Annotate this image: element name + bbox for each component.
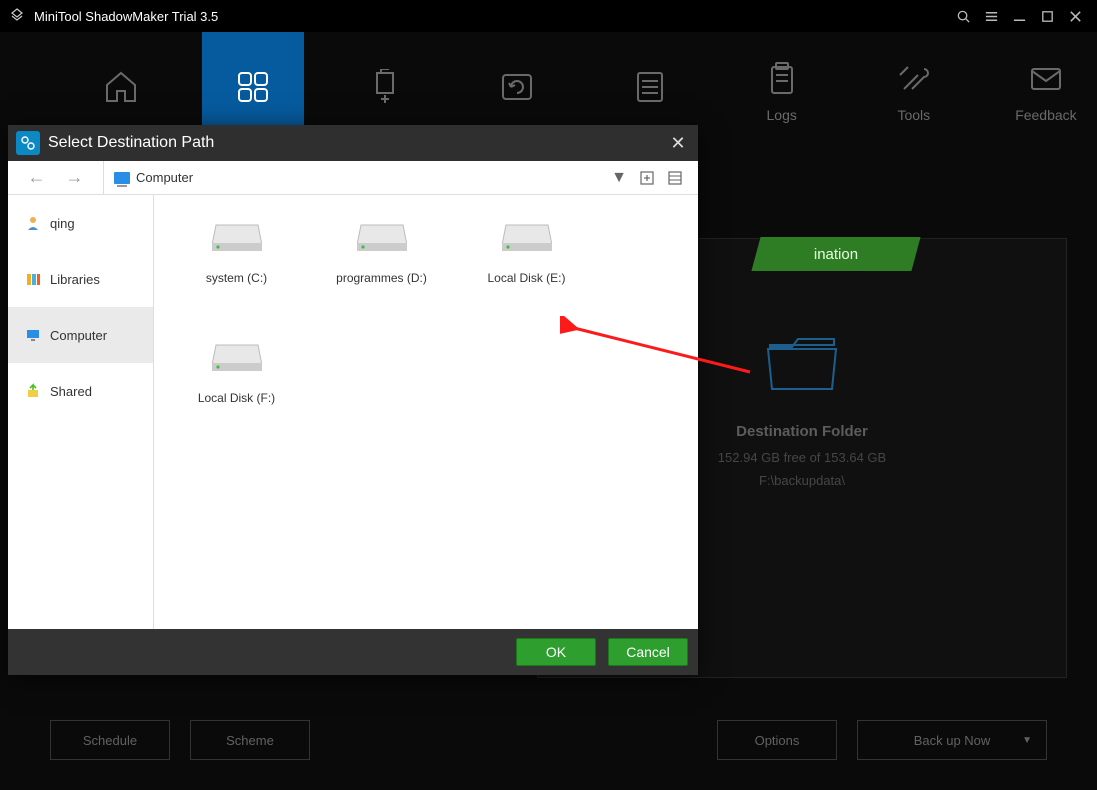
drive-label: Local Disk (E:) — [487, 271, 565, 285]
drive-icon — [212, 339, 262, 373]
sidebar-item-shared[interactable]: Shared — [8, 363, 153, 419]
drive-icon — [502, 219, 552, 253]
drive-item-f[interactable]: Local Disk (F:) — [164, 329, 309, 449]
maximize-icon[interactable] — [1039, 8, 1055, 24]
new-folder-icon[interactable] — [638, 169, 656, 187]
destination-title: Destination Folder — [736, 423, 868, 440]
modal-titlebar: Select Destination Path ✕ — [8, 125, 698, 161]
app-title: MiniTool ShadowMaker Trial 3.5 — [34, 9, 955, 24]
nav-label: Logs — [767, 107, 797, 123]
drive-label: programmes (D:) — [336, 271, 427, 285]
nav-label: Feedback — [1015, 107, 1076, 123]
sidebar-label: qing — [50, 216, 75, 231]
ok-button[interactable]: OK — [516, 638, 596, 666]
minimize-icon[interactable] — [1011, 8, 1027, 24]
sidebar-label: Shared — [50, 384, 92, 399]
modal-path-bar: ← → Computer ▼ — [8, 161, 698, 195]
nav-forward-icon[interactable]: → — [66, 167, 84, 188]
drive-icon — [212, 219, 262, 253]
menu-icon[interactable] — [983, 8, 999, 24]
nav-back-icon[interactable]: ← — [28, 167, 46, 188]
drive-item-e[interactable]: Local Disk (E:) — [454, 209, 599, 329]
drive-label: system (C:) — [206, 271, 267, 285]
modal-title-icon — [16, 131, 40, 155]
view-mode-icon[interactable] — [666, 169, 684, 187]
computer-icon — [24, 327, 42, 343]
modal-footer: OK Cancel — [8, 629, 698, 675]
sync-icon — [363, 69, 407, 105]
libraries-icon — [24, 271, 42, 287]
schedule-button[interactable]: Schedule — [50, 720, 170, 760]
chevron-down-icon: ▼ — [1022, 735, 1032, 746]
nav-feedback[interactable]: Feedback — [995, 32, 1097, 152]
destination-path: F:\backupdata\ — [759, 473, 845, 488]
nav-logs[interactable]: Logs — [731, 32, 833, 152]
path-dropdown-icon[interactable]: ▼ — [610, 169, 628, 187]
backup-now-label: Back up Now — [914, 733, 991, 748]
cancel-button[interactable]: Cancel — [608, 638, 688, 666]
shared-icon — [24, 383, 42, 399]
sidebar-item-computer[interactable]: Computer — [8, 307, 153, 363]
sidebar-item-user[interactable]: qing — [8, 195, 153, 251]
sidebar-label: Libraries — [50, 272, 100, 287]
folder-icon — [762, 329, 842, 399]
pathbar[interactable]: Computer — [104, 170, 610, 185]
sidebar-item-libraries[interactable]: Libraries — [8, 251, 153, 307]
scheme-button[interactable]: Scheme — [190, 720, 310, 760]
modal-title: Select Destination Path — [48, 134, 214, 152]
restore-icon — [495, 69, 539, 105]
destination-free-space: 152.94 GB free of 153.64 GB — [718, 450, 886, 465]
computer-icon — [114, 172, 130, 184]
pathbar-label: Computer — [136, 170, 193, 185]
search-icon[interactable] — [955, 8, 971, 24]
feedback-icon — [1024, 61, 1068, 97]
backup-now-button[interactable]: Back up Now ▼ — [857, 720, 1047, 760]
sidebar-label: Computer — [50, 328, 107, 343]
modal-sidebar: qing Libraries Computer Shared — [8, 195, 154, 629]
drive-item-d[interactable]: programmes (D:) — [309, 209, 454, 329]
modal-close-icon[interactable]: ✕ — [668, 133, 688, 153]
select-destination-modal: Select Destination Path ✕ ← → Computer ▼ — [8, 125, 698, 675]
logs-icon — [760, 61, 804, 97]
bottom-buttons: Schedule Scheme Options Back up Now ▼ — [50, 720, 1047, 760]
drive-browser: system (C:) programmes (D:) Local Disk (… — [154, 195, 698, 629]
app-logo-icon — [8, 7, 26, 25]
nav-label: Tools — [897, 107, 930, 123]
home-icon — [99, 69, 143, 105]
destination-header: ination — [751, 237, 920, 271]
close-icon[interactable] — [1067, 8, 1083, 24]
user-icon — [24, 215, 42, 231]
titlebar: MiniTool ShadowMaker Trial 3.5 — [0, 0, 1097, 32]
tools-icon — [892, 61, 936, 97]
backup-icon — [231, 69, 275, 105]
drive-label: Local Disk (F:) — [198, 391, 275, 405]
manage-icon — [628, 69, 672, 105]
drive-icon — [357, 219, 407, 253]
drive-item-c[interactable]: system (C:) — [164, 209, 309, 329]
nav-tools[interactable]: Tools — [863, 32, 965, 152]
options-button[interactable]: Options — [717, 720, 837, 760]
